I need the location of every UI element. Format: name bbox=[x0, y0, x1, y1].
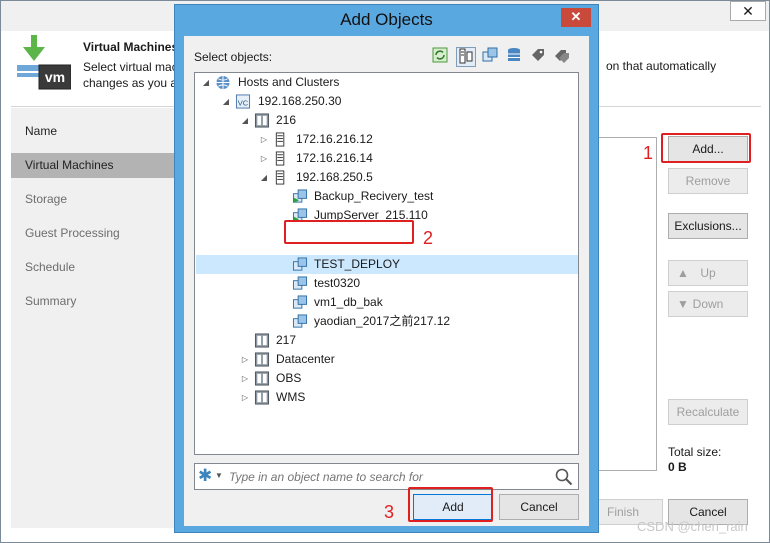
host-icon bbox=[275, 132, 285, 147]
tree-node-label: 192.168.250.5 bbox=[296, 170, 373, 184]
annotation-box-3 bbox=[408, 487, 493, 522]
tree-node-label: 217 bbox=[276, 333, 297, 347]
chevron-down-icon[interactable]: ▼ bbox=[215, 471, 223, 480]
tree-node-label: WMS bbox=[276, 390, 306, 404]
vm-list[interactable] bbox=[595, 137, 657, 471]
annotation-box-2 bbox=[284, 220, 414, 244]
vm-icon bbox=[292, 276, 308, 290]
step-storage[interactable]: Storage bbox=[11, 187, 175, 212]
collapsed-arrow-icon[interactable]: ▷ bbox=[240, 350, 250, 369]
step-summary[interactable]: Summary bbox=[11, 289, 175, 314]
annotation-number-3: 3 bbox=[384, 502, 395, 522]
vm-logo-icon: vm bbox=[17, 35, 71, 90]
dialog-title: Add Objects bbox=[340, 10, 433, 29]
up-label: Up bbox=[700, 266, 716, 280]
total-size-value: 0 B bbox=[668, 460, 687, 474]
expanded-arrow-icon[interactable]: ◢ bbox=[240, 111, 250, 130]
folder-icon bbox=[254, 333, 270, 348]
collapsed-arrow-icon[interactable]: ▷ bbox=[240, 388, 250, 407]
down-label: Down bbox=[692, 297, 724, 311]
tree-node-label: yaodian_2017之前217.12 bbox=[314, 314, 451, 328]
folder-icon bbox=[254, 352, 270, 367]
arrow-up-icon: ▲ bbox=[677, 266, 689, 280]
tag-categories-view-icon[interactable] bbox=[552, 47, 572, 67]
vm-running-icon bbox=[292, 189, 308, 204]
expanded-arrow-icon[interactable]: ◢ bbox=[201, 73, 211, 92]
folder-icon bbox=[254, 113, 270, 128]
expanded-arrow-icon[interactable]: ◢ bbox=[259, 168, 269, 187]
add-objects-dialog: Add Objects ✕ Select objects: ◢ Hosts an… bbox=[174, 4, 599, 533]
tree-node-label: Hosts and Clusters bbox=[238, 75, 340, 89]
tree-node-label: 172.16.216.12 bbox=[296, 132, 373, 146]
step-virtual-machines[interactable]: Virtual Machines bbox=[11, 153, 175, 178]
arrow-down-icon: ▼ bbox=[677, 297, 689, 311]
wizard-description-tail: on that automatically bbox=[606, 59, 717, 73]
tree-node-label: vm1_db_bak bbox=[314, 295, 383, 309]
step-schedule[interactable]: Schedule bbox=[11, 255, 175, 280]
globe-icon bbox=[216, 75, 230, 90]
svg-text:vm: vm bbox=[45, 69, 65, 85]
step-guest-processing[interactable]: Guest Processing bbox=[11, 221, 175, 246]
host-icon bbox=[275, 151, 285, 166]
object-tree[interactable]: ◢ Hosts and Clusters ◢ VC 192.168.250.30… bbox=[194, 72, 579, 455]
tree-node-label: OBS bbox=[276, 371, 302, 385]
vcenter-icon: VC bbox=[235, 94, 251, 109]
folder-icon bbox=[254, 371, 270, 386]
exclusions-button[interactable]: Exclusions... bbox=[668, 213, 748, 239]
search-box: ✱ ▼ bbox=[194, 463, 579, 490]
dialog-body: Select objects: ◢ Hosts and Clusters ◢ V… bbox=[184, 36, 589, 526]
collapsed-arrow-icon[interactable]: ▷ bbox=[259, 130, 269, 149]
tree-node-label: Backup_Recivery_test bbox=[314, 189, 434, 203]
refresh-icon[interactable] bbox=[430, 47, 450, 67]
expanded-arrow-icon[interactable]: ◢ bbox=[221, 92, 231, 111]
tree-node-label: test0320 bbox=[314, 276, 361, 290]
wizard-close-button[interactable]: ✕ bbox=[730, 1, 766, 21]
wizard-page-title: Virtual Machines bbox=[83, 40, 179, 54]
vm-icon bbox=[292, 295, 308, 309]
dialog-close-button[interactable]: ✕ bbox=[561, 8, 591, 27]
collapsed-arrow-icon[interactable]: ▷ bbox=[240, 369, 250, 388]
watermark: CSDN @chen_rain bbox=[637, 519, 748, 534]
wizard-steps-nav: Name Virtual Machines Storage Guest Proc… bbox=[11, 108, 175, 528]
folder-icon bbox=[254, 390, 270, 405]
tree-node-label: 172.16.216.14 bbox=[296, 151, 373, 165]
search-icon[interactable] bbox=[555, 468, 573, 486]
up-button[interactable]: ▲ Up bbox=[668, 260, 748, 286]
select-objects-label: Select objects: bbox=[194, 50, 273, 64]
total-size-label: Total size: bbox=[668, 445, 722, 459]
recalculate-button[interactable]: Recalculate bbox=[668, 399, 748, 425]
down-button[interactable]: ▼ Down bbox=[668, 291, 748, 317]
tags-view-icon[interactable] bbox=[528, 47, 548, 67]
search-input[interactable] bbox=[229, 467, 529, 487]
tree-node-label: 216 bbox=[276, 113, 297, 127]
tree-node-label: Datacenter bbox=[276, 352, 335, 366]
collapsed-arrow-icon[interactable]: ▷ bbox=[259, 149, 269, 168]
svg-text:VC: VC bbox=[238, 98, 249, 107]
tree-node-label: 192.168.250.30 bbox=[258, 94, 342, 108]
hosts-clusters-view-icon[interactable] bbox=[456, 47, 476, 67]
step-name[interactable]: Name bbox=[11, 119, 175, 144]
annotation-number-2: 2 bbox=[423, 228, 434, 248]
remove-button[interactable]: Remove bbox=[668, 168, 748, 194]
search-scope-icon[interactable]: ✱ bbox=[198, 466, 212, 486]
dialog-cancel-button[interactable]: Cancel bbox=[499, 494, 579, 520]
vm-icon bbox=[292, 314, 308, 328]
annotation-box-1 bbox=[661, 133, 751, 163]
datastores-view-icon[interactable] bbox=[504, 47, 524, 67]
host-icon bbox=[275, 170, 285, 185]
annotation-number-1: 1 bbox=[643, 143, 654, 163]
vms-templates-view-icon[interactable] bbox=[480, 47, 500, 67]
vm-icon bbox=[292, 257, 308, 271]
tree-node-label: TEST_DEPLOY bbox=[314, 257, 401, 271]
